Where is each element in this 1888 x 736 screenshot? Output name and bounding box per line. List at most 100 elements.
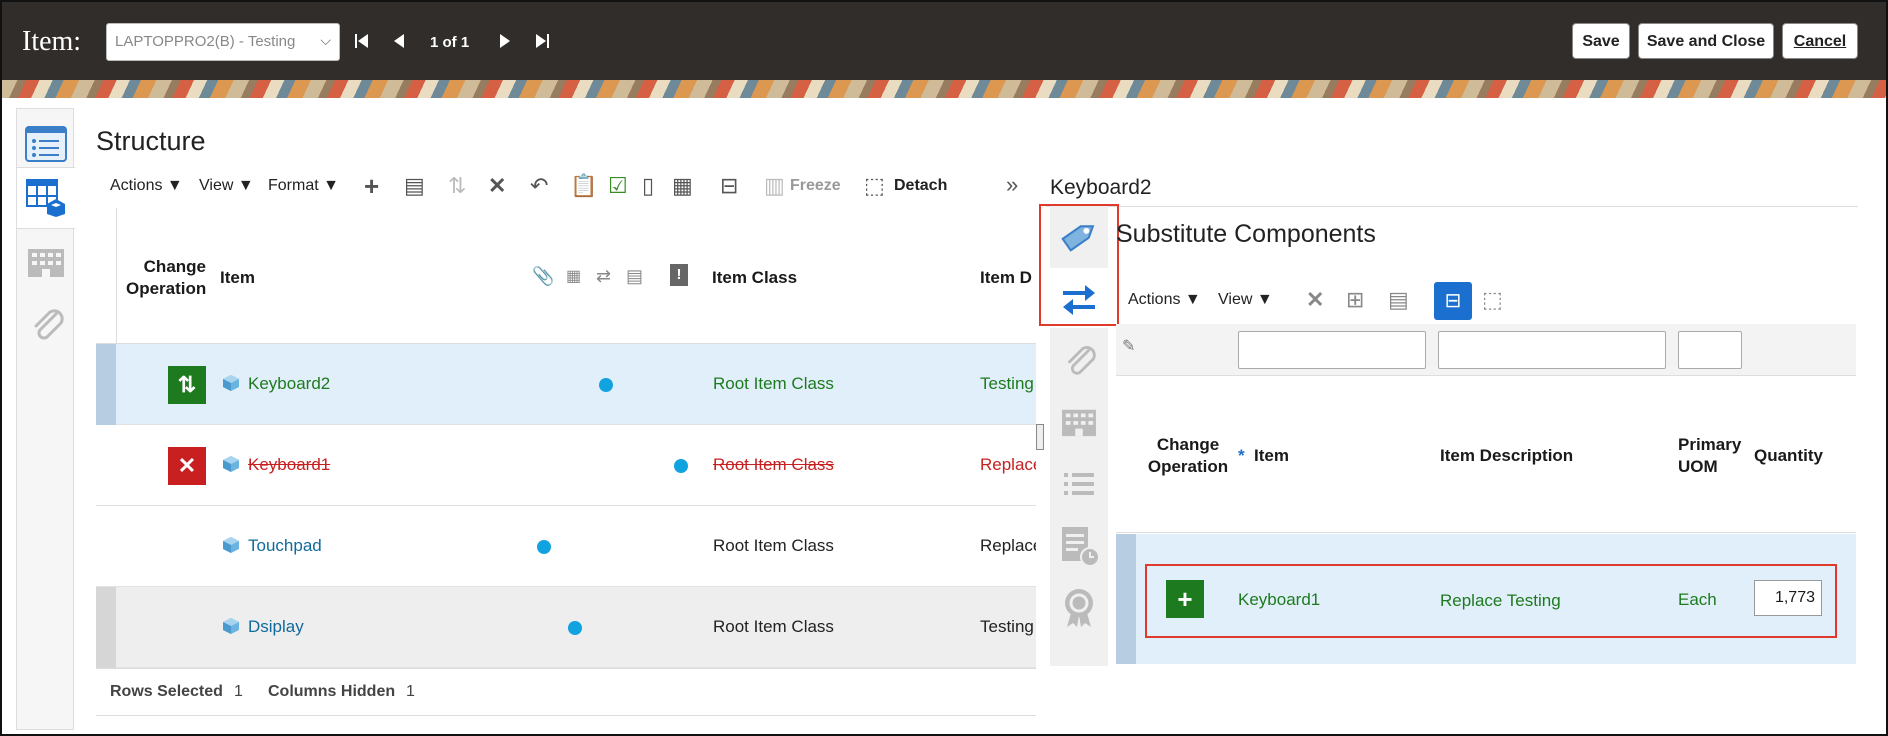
detail-column-header-item-description[interactable]: Item Description [1440, 445, 1573, 467]
item-description-cell: Replace [980, 536, 1036, 555]
paperclip-icon [34, 309, 64, 340]
filter-input-item[interactable] [1238, 331, 1426, 369]
detail-panel-title: Keyboard2 [1050, 176, 1152, 199]
column-header-item[interactable]: Item [220, 267, 255, 289]
building-icon [1062, 409, 1096, 437]
vtab-organizations[interactable] [1050, 392, 1108, 452]
item-cube-icon [223, 375, 239, 391]
structure-grid-icon [26, 179, 65, 217]
paperclip-icon [1068, 346, 1096, 375]
table-row[interactable]: Dsiplay Root Item Class Testing [96, 587, 1036, 668]
detail-view-menu[interactable]: View ▼ [1218, 291, 1273, 309]
detail-detach-icon[interactable]: ⬚ [1482, 289, 1503, 311]
attachment-indicator-dot [537, 540, 551, 554]
header-bar: Item: LAPTOPPRO2(B) - Testing ⌵ 1 of 1 S… [2, 2, 1886, 80]
column-header-item-description[interactable]: Item D [980, 267, 1032, 289]
detail-actions-label: Actions [1128, 291, 1181, 308]
undo-icon[interactable]: ↶ [530, 175, 548, 197]
clear-filter-icon[interactable]: ✎ [1122, 336, 1135, 356]
row-selector[interactable] [96, 587, 116, 668]
detail-column-header-item[interactable]: Item [1254, 445, 1289, 467]
actions-menu[interactable]: Actions ▼ [110, 177, 183, 195]
filter-row: ✎ [1116, 324, 1856, 376]
save-button[interactable]: Save [1572, 23, 1630, 59]
approve-icon[interactable]: ☑ [608, 175, 628, 197]
item-link[interactable]: Keyboard1 [248, 455, 330, 475]
decorative-banner [2, 80, 1886, 98]
vtab-reference-designators[interactable] [1050, 454, 1108, 514]
actions-menu-label: Actions [110, 177, 163, 194]
add-row-icon[interactable]: ▤ [404, 175, 425, 197]
item-link[interactable]: Keyboard2 [248, 374, 330, 394]
annotation-highlight-tabs [1039, 204, 1119, 326]
item-class-cell: Root Item Class [713, 374, 834, 393]
format-menu[interactable]: Format ▼ [268, 177, 339, 195]
last-record-icon[interactable] [534, 32, 550, 53]
header-divider [1116, 532, 1856, 533]
view-menu[interactable]: View ▼ [199, 177, 254, 195]
next-record-icon[interactable] [498, 32, 512, 53]
freeze-button[interactable]: Freeze [790, 177, 841, 195]
detail-column-header-primary-uom[interactable]: Primary UOM [1678, 434, 1748, 478]
item-link[interactable]: Dsiplay [248, 617, 304, 637]
vtab-attachments[interactable] [1050, 330, 1108, 390]
detach-icon[interactable]: ⬚ [864, 175, 885, 197]
splitter-handle[interactable] [1036, 424, 1044, 450]
table-row[interactable]: ⇅ Keyboard2 Root Item Class Testing [96, 344, 1036, 425]
column-header-change-operation[interactable]: Change Operation [126, 256, 206, 300]
format-menu-label: Format [268, 177, 319, 194]
detail-actions-menu[interactable]: Actions ▼ [1128, 291, 1201, 309]
columns-hidden-label: Columns Hidden [268, 683, 396, 700]
cancel-button[interactable]: Cancel [1782, 23, 1858, 59]
columns-hidden-value: 1 [406, 683, 415, 700]
table-row[interactable]: ✕ Keyboard1 Root Item Class Replace [96, 425, 1036, 506]
required-indicator: * [1238, 446, 1245, 465]
add-icon[interactable]: + [364, 173, 379, 199]
query-by-example-icon[interactable]: ⊟ [720, 175, 738, 197]
document-clock-icon [1062, 527, 1100, 567]
delete-icon[interactable]: ✕ [488, 175, 506, 197]
detail-column-header-quantity[interactable]: Quantity [1754, 445, 1823, 467]
organization-indicator-dot [674, 459, 688, 473]
item-class-cell: Root Item Class [713, 617, 834, 636]
detach-button[interactable]: Detach [894, 177, 947, 195]
page-title: Item: [22, 26, 82, 57]
overflow-icon[interactable]: » [1006, 172, 1018, 198]
detail-view-label: View [1218, 291, 1253, 308]
substitute-row-selector[interactable] [1116, 534, 1136, 664]
structure-table: Change Operation Item 📎 ▦ ⇄ ▤ ! Item Cla… [96, 208, 1036, 668]
substitute-components-heading: Substitute Components [1116, 220, 1376, 248]
table-footer: Rows Selected 1 Columns Hidden 1 [96, 668, 1036, 716]
clipboard-icon[interactable]: ▯ [642, 175, 654, 197]
vtab-quality[interactable] [1050, 578, 1108, 638]
item-class-cell: Root Item Class [713, 536, 834, 555]
item-cube-icon [223, 537, 239, 553]
filter-input-item-description[interactable] [1438, 331, 1666, 369]
substitute-indicator-dot [599, 378, 613, 392]
detail-column-header-change-operation[interactable]: Change Operation [1138, 434, 1238, 478]
detail-query-by-example-icon[interactable]: ⊟ [1434, 282, 1472, 320]
paste-icon[interactable]: ▦ [672, 175, 693, 197]
sidebar-tab-overview[interactable] [17, 115, 75, 173]
vtab-effectivity[interactable] [1050, 516, 1108, 576]
column-header-item-class[interactable]: Item Class [712, 267, 797, 289]
item-link[interactable]: Touchpad [248, 536, 322, 556]
sidebar-tab-organizations[interactable] [17, 233, 75, 291]
reorder-icon[interactable]: ⇅ [448, 175, 466, 197]
clipboard-check-icon[interactable]: 📋 [570, 175, 597, 197]
item-select[interactable]: LAPTOPPRO2(B) - Testing ⌵ [106, 23, 340, 61]
item-cube-icon [223, 456, 239, 472]
sidebar-tab-attachments[interactable] [17, 295, 75, 353]
sidebar-tab-structure[interactable] [17, 167, 75, 229]
item-description-cell: Replace [980, 455, 1036, 474]
detail-insert-icon[interactable]: ⊞ [1346, 289, 1364, 311]
filter-input-primary-uom[interactable] [1678, 331, 1742, 369]
table-row[interactable]: Touchpad Root Item Class Replace [96, 506, 1036, 587]
save-and-close-button[interactable]: Save and Close [1638, 23, 1774, 59]
detail-add-row-icon[interactable]: ▤ [1388, 289, 1409, 311]
first-record-icon[interactable] [354, 32, 370, 53]
detail-delete-icon[interactable]: ✕ [1306, 289, 1324, 311]
view-menu-label: View [199, 177, 234, 194]
row-selector[interactable] [96, 344, 116, 425]
previous-record-icon[interactable] [392, 32, 406, 53]
